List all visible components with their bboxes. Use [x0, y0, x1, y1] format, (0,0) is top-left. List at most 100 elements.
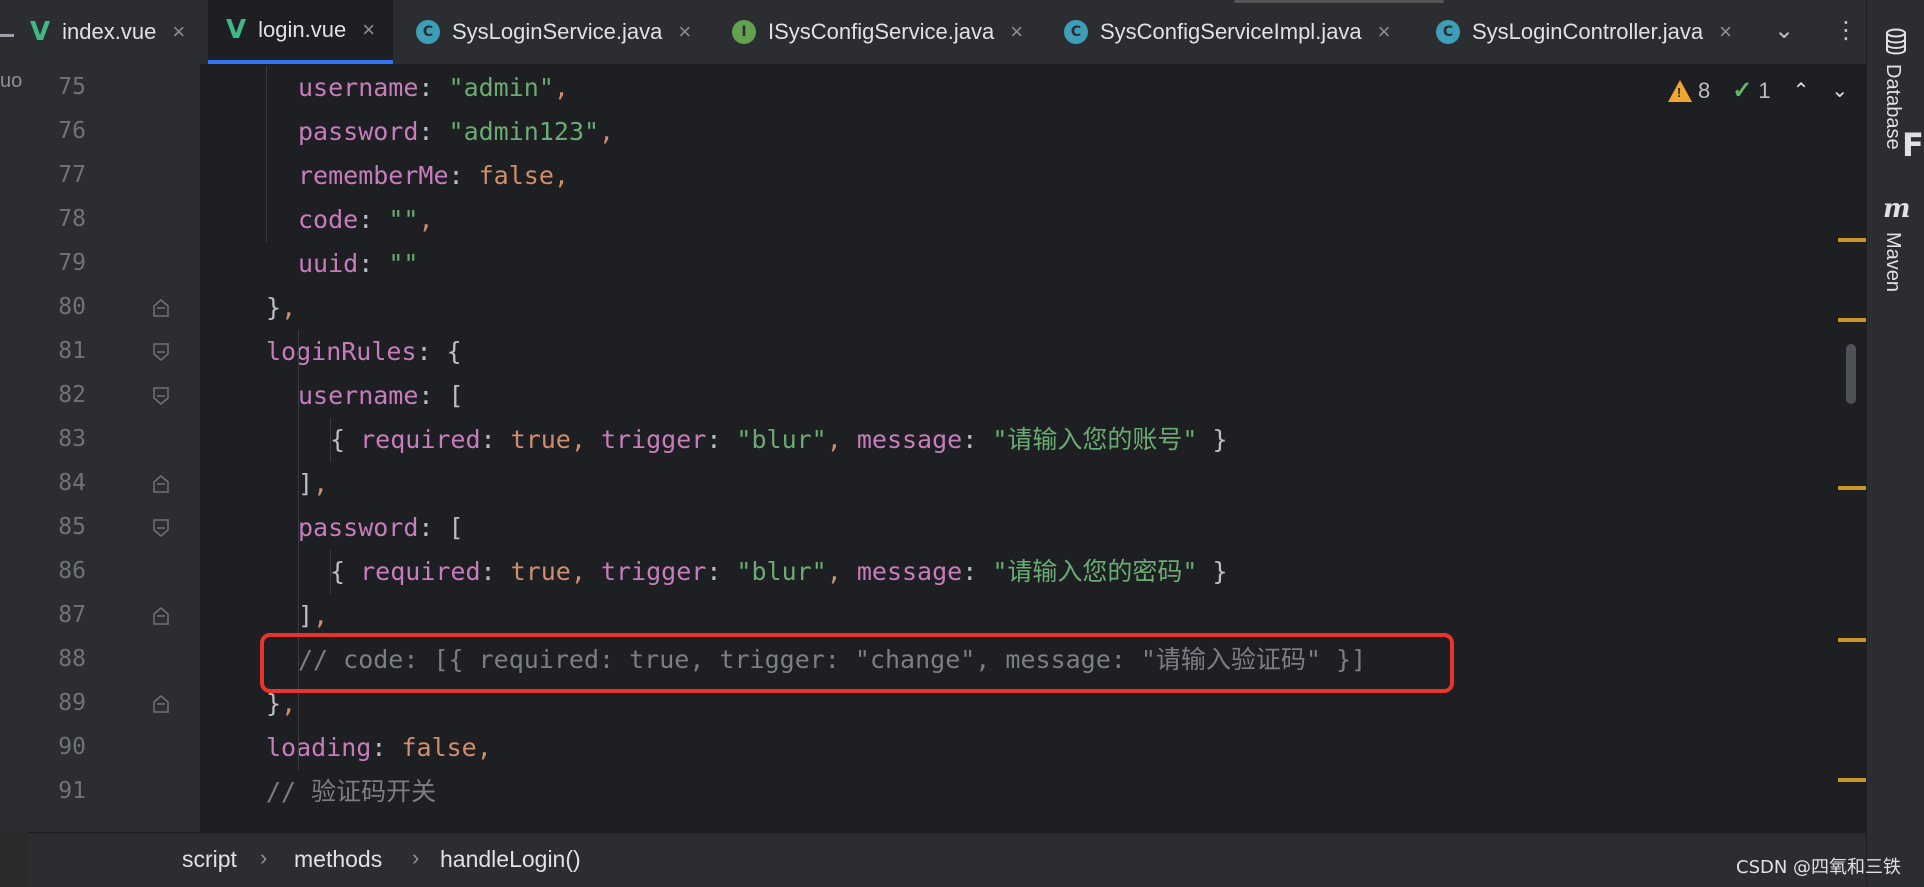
code-token: true,: [510, 425, 601, 454]
code-token: }: [266, 689, 282, 718]
left-tool-strip: [0, 64, 29, 832]
inspection-widget[interactable]: ! 8 ✓ 1 ⌃ ⌄: [1668, 76, 1848, 105]
code-token: ,: [418, 205, 434, 234]
code-token: {: [330, 557, 361, 586]
typo-count: 1: [1758, 77, 1771, 103]
breadcrumb-script[interactable]: script: [182, 846, 237, 873]
code-line[interactable]: loginRules: {: [266, 330, 462, 374]
vertical-scrollbar-thumb[interactable]: [1846, 344, 1856, 404]
code-line[interactable]: loading: false,: [266, 726, 492, 770]
code-line[interactable]: username: [: [298, 374, 464, 418]
code-token: :: [358, 205, 389, 234]
tab-sysconfigserviceimpl[interactable]: C SysConfigServiceImpl.java ×: [1064, 0, 1391, 64]
code-line[interactable]: password: [: [298, 506, 464, 550]
tab-scroll-indicator[interactable]: [0, 34, 14, 37]
code-line[interactable]: code: "",: [298, 198, 434, 242]
line-number: 89: [58, 690, 86, 716]
tab-list-dropdown-icon[interactable]: ⌄: [1774, 16, 1794, 44]
left-edge-label: uo: [0, 70, 23, 92]
code-token: }: [266, 293, 282, 322]
breadcrumb-methods[interactable]: methods: [294, 846, 382, 873]
fold-end-icon[interactable]: [153, 607, 169, 625]
error-stripe-marker[interactable]: [1838, 486, 1866, 490]
error-stripe-marker[interactable]: [1838, 238, 1866, 242]
code-token: :: [962, 557, 993, 586]
code-line[interactable]: rememberMe: false,: [298, 154, 569, 198]
indent-guide: [330, 418, 331, 462]
code-line[interactable]: uuid: "": [298, 242, 418, 286]
line-number: 78: [58, 206, 86, 232]
code-token: required: [360, 557, 481, 586]
code-token: :: [371, 733, 402, 762]
code-token: {: [330, 425, 361, 454]
code-token: ,: [281, 689, 297, 718]
fold-start-icon[interactable]: [153, 343, 169, 361]
code-token: rememberMe: [298, 161, 449, 190]
code-line[interactable]: ],: [298, 594, 328, 638]
line-number: 76: [58, 118, 86, 144]
tab-login-vue[interactable]: V login.vue ×: [208, 0, 394, 64]
breadcrumb-handlelogin[interactable]: handleLogin(): [440, 846, 581, 873]
tab-sysloginservice[interactable]: C SysLoginService.java ×: [416, 0, 691, 64]
line-number: 81: [58, 338, 86, 364]
fold-start-icon[interactable]: [153, 519, 169, 537]
close-icon[interactable]: ×: [1378, 19, 1391, 45]
database-icon[interactable]: [1884, 28, 1908, 56]
code-line[interactable]: password: "admin123",: [298, 110, 614, 154]
close-icon[interactable]: ×: [362, 17, 375, 43]
tab-index-vue[interactable]: V index.vue ×: [30, 0, 185, 64]
code-token: ,: [599, 117, 615, 146]
code-token: trigger: [600, 425, 707, 454]
code-line[interactable]: // 验证码开关: [266, 770, 436, 814]
line-number: 75: [58, 74, 86, 100]
maven-tool-button[interactable]: Maven: [1881, 232, 1904, 292]
more-options-icon[interactable]: ⋮: [1834, 16, 1858, 44]
maven-icon[interactable]: m: [1883, 194, 1911, 224]
code-token: true,: [510, 557, 601, 586]
tab-sysloginctrl[interactable]: C SysLoginController.java ×: [1436, 0, 1732, 64]
code-token: :: [418, 117, 449, 146]
code-token: "": [388, 249, 419, 278]
code-token: :: [418, 73, 449, 102]
error-stripe-marker[interactable]: [1838, 638, 1866, 642]
code-token: "请输入您的密码": [992, 557, 1198, 586]
fold-end-icon[interactable]: [153, 695, 169, 713]
database-tool-button[interactable]: Database: [1881, 64, 1904, 150]
close-icon[interactable]: ×: [678, 19, 691, 45]
tab-label: index.vue: [62, 19, 157, 44]
code-line[interactable]: { required: true, trigger: "blur", messa…: [330, 550, 1228, 594]
error-stripe-marker[interactable]: [1838, 778, 1866, 782]
close-icon[interactable]: ×: [1010, 19, 1023, 45]
error-stripe-marker[interactable]: [1838, 318, 1866, 322]
code-token: : [: [418, 513, 464, 542]
line-number: 83: [58, 426, 86, 452]
code-line[interactable]: },: [266, 286, 296, 330]
next-highlight-icon[interactable]: ⌄: [1831, 78, 1848, 103]
code-token: }: [1197, 557, 1228, 586]
close-icon[interactable]: ×: [1719, 19, 1732, 45]
class-icon: C: [1064, 20, 1088, 44]
tab-label: SysLoginController.java: [1472, 19, 1704, 44]
code-line[interactable]: ],: [298, 462, 328, 506]
class-icon: C: [416, 20, 440, 44]
code-token: ,: [281, 293, 297, 322]
tab-isysconfigservice[interactable]: I ISysConfigService.java ×: [732, 0, 1023, 64]
vue-icon: V: [226, 15, 247, 45]
code-token: username: [298, 381, 419, 410]
close-icon[interactable]: ×: [172, 19, 185, 45]
indent-guide: [266, 66, 267, 242]
code-token: message: [856, 425, 963, 454]
code-token: ,: [313, 601, 329, 630]
previous-highlight-icon[interactable]: ⌃: [1793, 78, 1810, 103]
fold-start-icon[interactable]: [153, 387, 169, 405]
line-number: 85: [58, 514, 86, 540]
code-token: false,: [401, 733, 492, 762]
tab-label: SysConfigServiceImpl.java: [1100, 19, 1362, 44]
code-token: ,: [553, 73, 569, 102]
code-token: password: [298, 513, 419, 542]
fold-end-icon[interactable]: [153, 299, 169, 317]
code-line[interactable]: username: "admin",: [298, 66, 569, 110]
code-line[interactable]: { required: true, trigger: "blur", messa…: [330, 418, 1228, 462]
line-number: 87: [58, 602, 86, 628]
fold-end-icon[interactable]: [153, 475, 169, 493]
